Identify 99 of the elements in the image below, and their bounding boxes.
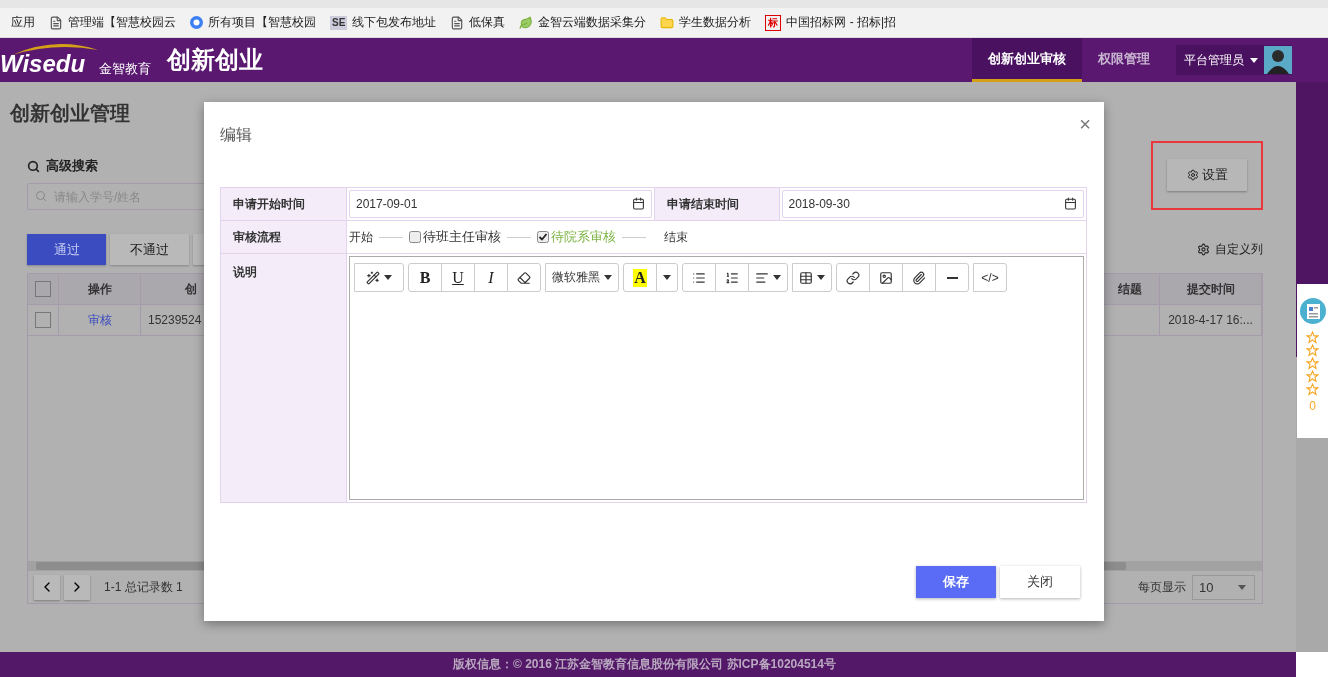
empty-star-icon[interactable] — [1306, 331, 1319, 344]
step-label: 开始 — [349, 228, 373, 246]
row-checkbox[interactable] — [35, 312, 51, 328]
italic-button[interactable]: I — [474, 263, 508, 292]
bookmark-link[interactable]: 管理端【智慧校园云 — [68, 14, 176, 31]
bold-button[interactable]: B — [408, 263, 442, 292]
bookmark-link[interactable]: 中国招标网 - 招标|招 — [786, 14, 897, 31]
logo-subtext: 金智教育 — [99, 60, 152, 78]
table-dropdown[interactable] — [792, 263, 832, 292]
action-button[interactable]: 不通过 — [110, 234, 189, 265]
record-summary: 1-1 总记录数 1 — [104, 578, 183, 596]
logo-text: Wisedu — [0, 50, 86, 78]
previous-page-button[interactable] — [34, 574, 60, 600]
per-page-label: 每页显示 — [1138, 578, 1186, 596]
next-page-button[interactable] — [64, 574, 90, 600]
columns-settings-icon — [1197, 243, 1210, 256]
caret-icon — [817, 275, 825, 280]
numbered-list-icon — [725, 270, 739, 285]
caret-icon — [384, 275, 392, 280]
field-label: 审核流程 — [221, 221, 347, 253]
paperclip-icon — [912, 270, 926, 285]
per-page-select[interactable]: 10 — [1192, 574, 1255, 600]
site-badge: SE — [330, 15, 348, 30]
numbered-list-button[interactable] — [715, 263, 749, 292]
select-all-checkbox[interactable] — [35, 281, 51, 297]
nav-tab[interactable]: 创新创业审核 — [972, 38, 1082, 82]
caret-icon — [604, 275, 612, 280]
bookmark-link[interactable]: 线下包发布地址 — [352, 14, 437, 31]
search-icon — [35, 190, 47, 202]
document-icon[interactable] — [1299, 298, 1326, 324]
magic-wand-icon — [366, 270, 380, 285]
save-button[interactable]: 保存 — [916, 566, 996, 598]
custom-columns-link[interactable]: 自定义列 — [1215, 241, 1263, 258]
avatar-icon[interactable] — [1264, 46, 1292, 74]
empty-star-icon[interactable] — [1306, 370, 1319, 383]
horizontal-rule-button[interactable] — [935, 263, 969, 292]
font-dropdown[interactable]: 微软雅黑 — [545, 263, 619, 292]
field-label: 说明 — [221, 254, 347, 502]
close-dialog-button[interactable]: 关闭 — [1000, 566, 1080, 598]
leaf-icon — [519, 15, 534, 30]
bullet-list-icon — [692, 270, 706, 285]
bookmark-link[interactable]: 应用 — [11, 14, 35, 31]
copyright-footer: 版权信息：© 2016 江苏金智教育信息股份有限公司 苏ICP备10204514号 — [0, 652, 1296, 677]
magic-button[interactable] — [354, 263, 404, 292]
empty-star-icon[interactable] — [1306, 383, 1319, 396]
caret-icon — [663, 275, 671, 280]
link-button[interactable] — [836, 263, 870, 292]
action-button[interactable]: 通过 — [27, 234, 106, 265]
rating-count: 0 — [1309, 399, 1316, 413]
caret-icon[interactable] — [1250, 57, 1258, 63]
field-label: 申请结束时间 — [653, 188, 780, 220]
code-view-button[interactable]: </> — [973, 263, 1007, 292]
search-heading: 高级搜索 — [46, 157, 98, 175]
close-button[interactable]: × — [1079, 112, 1091, 136]
color-dropdown-button[interactable] — [656, 263, 678, 292]
caret-icon — [773, 275, 781, 280]
bookmark-link[interactable]: 学生数据分析 — [679, 14, 752, 31]
step-checkbox[interactable] — [409, 231, 421, 243]
date-field[interactable]: 2017-09-01 — [349, 190, 652, 218]
step-label: 待班主任审核 — [423, 228, 501, 246]
page-title: 创新创业管理 — [10, 101, 130, 126]
dialog-title: 编辑 — [220, 124, 252, 145]
folder-icon — [660, 15, 675, 30]
field-label: 申请开始时间 — [221, 188, 347, 220]
page-icon — [450, 15, 465, 30]
text-color-button[interactable]: A — [623, 263, 657, 292]
eraser-icon — [517, 270, 531, 285]
image-button[interactable] — [869, 263, 903, 292]
image-icon — [879, 270, 893, 285]
rich-text-editor[interactable]: B U I 微软雅黑 A </> — [349, 256, 1084, 500]
table-cell: 2018-4-17 16:... — [1160, 305, 1262, 335]
underline-button[interactable]: U — [441, 263, 475, 292]
app-title: 创新创业 — [167, 45, 264, 75]
step-label: 待院系审核 — [551, 228, 616, 246]
clear-format-button[interactable] — [507, 263, 541, 292]
bookmark-link[interactable]: 金智云端数据采集分 — [538, 14, 647, 31]
empty-star-icon[interactable] — [1306, 357, 1319, 370]
nav-tab[interactable]: 权限管理 — [1082, 38, 1166, 82]
bookmark-link[interactable]: 所有项目【智慧校园 — [208, 14, 316, 31]
column-header[interactable]: 操作 — [59, 274, 141, 304]
align-dropdown[interactable] — [748, 263, 788, 292]
calendar-icon[interactable] — [1064, 197, 1077, 210]
link-icon — [846, 270, 860, 285]
bookmark-link[interactable]: 低保真 — [469, 14, 506, 31]
site-badge: 标 — [765, 14, 782, 31]
step-label: 结束 — [664, 228, 688, 246]
date-field[interactable]: 2018-09-30 — [781, 190, 1084, 218]
search-icon — [27, 159, 40, 173]
gear-icon — [1186, 169, 1199, 181]
table-icon — [799, 270, 813, 285]
calendar-icon[interactable] — [631, 197, 645, 210]
align-icon — [755, 270, 769, 285]
attach-button[interactable] — [902, 263, 936, 292]
settings-button[interactable]: 设置 — [1167, 159, 1247, 191]
page-icon — [49, 15, 63, 30]
step-checkbox[interactable] — [537, 231, 549, 243]
column-header[interactable]: 提交时间 — [1160, 274, 1262, 304]
empty-star-icon[interactable] — [1306, 344, 1319, 357]
horizontal-rule-icon — [946, 276, 958, 279]
